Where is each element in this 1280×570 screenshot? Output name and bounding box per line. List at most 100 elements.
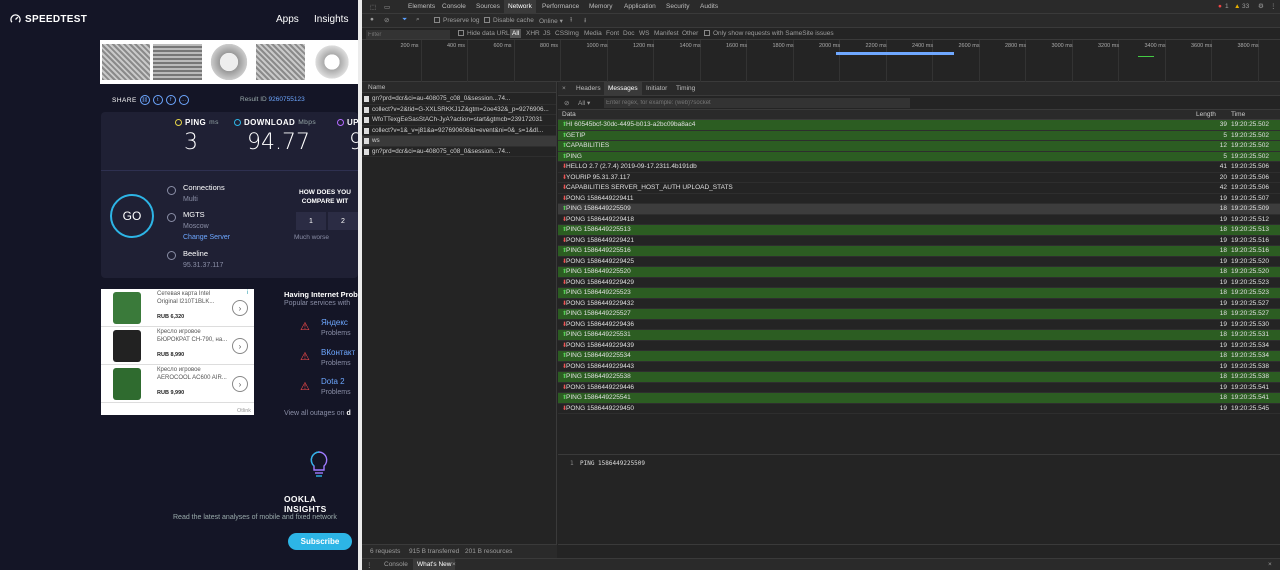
type-filter-img[interactable]: Img: [568, 30, 579, 37]
tab-audits[interactable]: Audits: [696, 0, 722, 14]
message-type-select[interactable]: All ▾: [578, 99, 590, 107]
network-overview[interactable]: 200 ms 400 ms 600 ms 800 ms 1000 ms 1200 ms 14…: [362, 40, 1280, 97]
filter-icon[interactable]: ⏷: [402, 16, 407, 24]
preserve-log-checkbox[interactable]: Preserve log: [434, 17, 480, 24]
type-filter-doc[interactable]: Doc: [623, 30, 635, 37]
request-row[interactable]: gn?prd=dcr&ci=au-408075_c08_0&session...…: [362, 94, 556, 105]
message-row[interactable]: ⬇ PONG 1586449229411 19 19:20:25.507: [558, 194, 1280, 204]
export-har-icon[interactable]: ⭳: [584, 16, 586, 27]
type-filter-manifest[interactable]: Manifest: [654, 30, 679, 37]
tab-security[interactable]: Security: [662, 0, 693, 14]
detail-tab-messages[interactable]: Messages: [604, 82, 642, 96]
message-row[interactable]: ⬇ PONG 1586449229450 19 19:20:25.545: [558, 404, 1280, 414]
search-icon[interactable]: ⌕: [416, 16, 420, 24]
length-column-header[interactable]: Length: [1196, 111, 1216, 118]
device-toggle-icon[interactable]: ▭: [384, 3, 390, 11]
warning-count[interactable]: 33: [1242, 3, 1249, 10]
preview-text[interactable]: PING 1586449225509: [580, 460, 645, 467]
message-row[interactable]: ⬇ PONG 1586449229446 19 19:20:25.541: [558, 383, 1280, 393]
message-row[interactable]: ⬆ PING 1586449225516 18 19:20:25.516: [558, 246, 1280, 257]
change-server-link[interactable]: Change Server: [183, 234, 230, 241]
tab-performance[interactable]: Performance: [538, 0, 583, 14]
message-row[interactable]: ⬇ PONG 1586449229432 19 19:20:25.527: [558, 299, 1280, 309]
message-row[interactable]: ⬆ PING 1586449225509 18 19:20:25.509: [558, 204, 1280, 215]
type-filter-media[interactable]: Media: [584, 30, 602, 37]
ad-item[interactable]: Кресло игровое БЮРОКРАТ CH-790, на... RU…: [101, 327, 254, 365]
request-row[interactable]: WfoTTexgEeSasStACh-JyA?action=start&gtmc…: [362, 115, 556, 126]
chevron-right-icon[interactable]: ›: [232, 300, 248, 316]
request-row[interactable]: collect?v=2&tid=G-XXLSRKKJ1Z&gtm=2oe432&…: [362, 105, 556, 115]
detail-tab-headers[interactable]: Headers: [572, 82, 605, 96]
tab-application[interactable]: Application: [620, 0, 660, 14]
message-row[interactable]: ⬆ PING 1586449225538 18 19:20:25.538: [558, 372, 1280, 383]
rating-button-2[interactable]: 2: [328, 212, 358, 230]
subscribe-button[interactable]: Subscribe: [288, 533, 352, 550]
ad-panel[interactable]: i Сетевая карта Intel Original I210T1BLK…: [101, 289, 254, 415]
hide-data-urls-checkbox[interactable]: Hide data URLs: [458, 30, 513, 37]
message-row[interactable]: ⬆ PING 1586449225523 18 19:20:25.523: [558, 288, 1280, 299]
disable-cache-checkbox[interactable]: Disable cache: [484, 17, 534, 24]
close-drawer-tab-icon[interactable]: ×: [452, 561, 456, 568]
rating-button-1[interactable]: 1: [296, 212, 326, 230]
detail-tab-timing[interactable]: Timing: [672, 82, 699, 96]
ad-thumbnail[interactable]: [307, 44, 357, 80]
chevron-right-icon[interactable]: ›: [232, 338, 248, 354]
message-row[interactable]: ⬆ PING 1586449225534 18 19:20:25.534: [558, 351, 1280, 362]
settings-icon[interactable]: ⚙: [1258, 2, 1264, 10]
message-row[interactable]: ⬇ HELLO 2.7 (2.7.4) 2019-09-17.2311.4b191…: [558, 162, 1280, 173]
message-row[interactable]: ⬆ CAPABILITIES 12 19:20:25.502: [558, 141, 1280, 152]
type-filter-css[interactable]: CSS: [555, 30, 568, 37]
facebook-icon[interactable]: f: [165, 95, 176, 105]
type-filter-js[interactable]: JS: [543, 30, 551, 37]
time-column-header[interactable]: Time: [1231, 111, 1245, 118]
view-all-outages[interactable]: View all outages on d: [284, 410, 351, 417]
message-row[interactable]: ⬇ PONG 1586449229436 19 19:20:25.530: [558, 320, 1280, 330]
chevron-right-icon[interactable]: ›: [232, 376, 248, 392]
ad-thumbnail[interactable]: [204, 44, 254, 80]
message-row[interactable]: ⬆ HI 60545bcf-30dc-4495-b013-a2bc09ba8ac4…: [558, 120, 1280, 131]
name-column-header[interactable]: Name: [362, 82, 556, 93]
inspect-icon[interactable]: ⬚: [370, 3, 376, 11]
type-filter-ws[interactable]: WS: [639, 30, 649, 37]
ad-item[interactable]: Кресло игровое AEROCOOL AC600 AIR... RUB…: [101, 365, 254, 403]
message-row[interactable]: ⬇ PONG 1586449229425 19 19:20:25.520: [558, 257, 1280, 267]
more-options-icon[interactable]: ⋮: [1270, 2, 1277, 10]
message-row[interactable]: ⬆ PING 1586449225531 18 19:20:25.531: [558, 330, 1280, 341]
warning-icon[interactable]: ▲: [1234, 3, 1240, 10]
message-row[interactable]: ⬆ PING 1586449225520 18 19:20:25.520: [558, 267, 1280, 278]
filter-input[interactable]: [366, 30, 450, 39]
tab-elements[interactable]: Elements: [404, 0, 439, 14]
connections-value[interactable]: Multi: [183, 196, 198, 203]
message-row[interactable]: ⬆ PING 1586449225541 18 19:20:25.541: [558, 393, 1280, 404]
message-row[interactable]: ⬆ PING 1586449225513 18 19:20:25.513: [558, 225, 1280, 236]
result-id-value[interactable]: 9260755123: [269, 96, 305, 103]
twitter-icon[interactable]: t: [152, 95, 163, 105]
message-row[interactable]: ⬇ PONG 1586449229418 19 19:20:25.512: [558, 215, 1280, 225]
more-icon[interactable]: …: [178, 95, 189, 105]
error-icon[interactable]: ●: [1218, 3, 1222, 10]
close-drawer-icon[interactable]: ×: [1268, 561, 1272, 568]
nav-insights[interactable]: Insights: [314, 14, 348, 25]
drawer-menu-icon[interactable]: ⋮: [366, 561, 373, 569]
message-filter-input[interactable]: [604, 98, 910, 108]
request-row[interactable]: collect?v=1&_v=j81&a=927690606&t=event&n…: [362, 126, 556, 136]
message-row[interactable]: ⬇ YOURIP 95.31.37.117 20 19:20:25.506: [558, 173, 1280, 183]
link-icon[interactable]: ⛓: [139, 95, 150, 105]
error-count[interactable]: 1: [1225, 3, 1229, 10]
nav-apps[interactable]: Apps: [276, 14, 299, 25]
go-button[interactable]: GO: [110, 194, 154, 238]
type-filter-xhr[interactable]: XHR: [526, 30, 540, 37]
data-column-header[interactable]: Data: [562, 111, 576, 118]
ad-thumbnail[interactable]: [102, 44, 151, 80]
type-filter-font[interactable]: Font: [606, 30, 619, 37]
tab-network[interactable]: Network: [504, 0, 536, 14]
tab-sources[interactable]: Sources: [472, 0, 504, 14]
message-row[interactable]: ⬇ PONG 1586449229429 19 19:20:25.523: [558, 278, 1280, 288]
outage-name[interactable]: ВКонтакт: [321, 348, 355, 357]
outage-name[interactable]: Яндекс: [321, 318, 348, 327]
ad-banner-images[interactable]: [100, 40, 358, 84]
drawer-tab-whats-new[interactable]: What's New: [413, 559, 456, 570]
message-row[interactable]: ⬇ CAPABILITIES SERVER_HOST_AUTH UPLOAD_ST…: [558, 183, 1280, 194]
ad-thumbnail[interactable]: [256, 44, 305, 80]
record-icon[interactable]: ●: [370, 16, 374, 23]
